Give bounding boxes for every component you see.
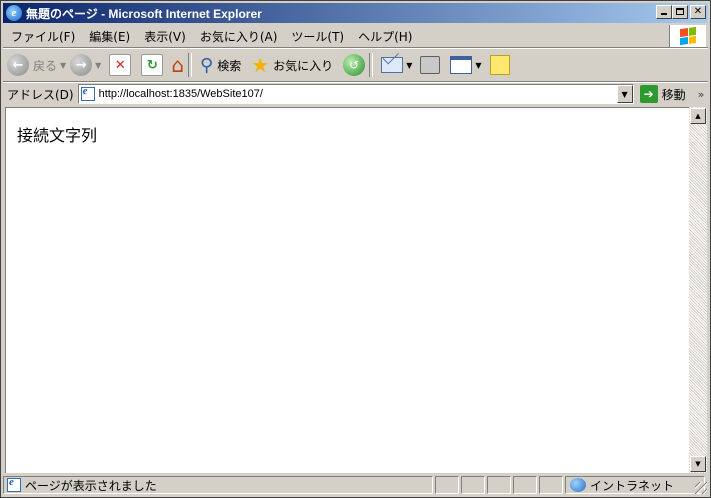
zone-label: イントラネット: [590, 478, 675, 493]
close-button[interactable]: ✕: [690, 5, 706, 19]
go-label: 移動: [661, 87, 686, 102]
stop-icon: ✕: [109, 54, 132, 76]
go-arrow-icon: ➔: [639, 85, 658, 103]
standard-toolbar: ← 戻る ▼ → ▼ ✕ ↻ ⌂ ⚲ 検索 ★ お気に入り ↺ ▼ ▼: [3, 49, 708, 82]
status-panel: [513, 476, 537, 494]
go-button[interactable]: ➔ 移動: [639, 85, 686, 103]
status-text: ページが表示されました: [25, 478, 157, 493]
back-label: 戻る: [33, 58, 58, 73]
resize-grip[interactable]: [695, 482, 707, 494]
refresh-button[interactable]: ↻: [141, 51, 164, 79]
address-dropdown-button[interactable]: ▼: [616, 85, 633, 103]
status-panel: [539, 476, 563, 494]
mail-button[interactable]: ▼: [381, 51, 412, 79]
back-arrow-icon: ←: [7, 54, 29, 76]
home-button[interactable]: ⌂: [171, 51, 184, 79]
intranet-icon: [570, 478, 586, 492]
window-controls: ✕: [654, 5, 706, 19]
maximize-button[interactable]: [672, 5, 688, 19]
menu-help[interactable]: ヘルプ(H): [352, 28, 418, 45]
menu-edit[interactable]: 編集(E): [83, 28, 136, 45]
mail-icon: [381, 57, 404, 73]
back-button[interactable]: ← 戻る ▼: [7, 51, 66, 79]
stop-button[interactable]: ✕: [109, 51, 132, 79]
star-icon: ★: [251, 53, 270, 77]
links-chevron[interactable]: »: [698, 88, 705, 101]
print-button[interactable]: [420, 51, 441, 79]
address-label: アドレス(D): [7, 87, 74, 102]
security-zone[interactable]: イントラネット: [565, 476, 705, 494]
refresh-icon: ↻: [141, 54, 164, 76]
home-icon: ⌂: [171, 53, 185, 77]
menu-favorites[interactable]: お気に入り(A): [194, 28, 284, 45]
page-text: 接続文字列: [17, 126, 98, 145]
search-button[interactable]: ⚲ 検索: [200, 51, 241, 79]
ie-logo-icon[interactable]: e: [6, 5, 22, 21]
title-bar[interactable]: e 無題のページ - Microsoft Internet Explorer ✕: [3, 3, 708, 23]
mail-dropdown-icon[interactable]: ▼: [406, 61, 412, 70]
page-content: 接続文字列: [5, 107, 689, 473]
status-panel: [487, 476, 511, 494]
status-main-panel: ページが表示されました: [3, 476, 433, 494]
print-icon: [420, 56, 441, 74]
browser-window: e 無題のページ - Microsoft Internet Explorer ✕…: [0, 0, 711, 498]
window-title: 無題のページ - Microsoft Internet Explorer: [26, 6, 262, 21]
windows-logo: [669, 25, 706, 47]
edit-button[interactable]: ▼: [450, 51, 482, 79]
search-icon: ⚲: [200, 54, 214, 76]
menu-file[interactable]: ファイル(F): [5, 28, 81, 45]
status-panel: [435, 476, 459, 494]
forward-arrow-icon: →: [70, 54, 93, 76]
favorites-button[interactable]: ★ お気に入り: [251, 51, 333, 79]
forward-dropdown-icon[interactable]: ▼: [95, 61, 101, 70]
forward-button[interactable]: → ▼: [70, 51, 101, 79]
messenger-button[interactable]: [489, 51, 510, 79]
history-button[interactable]: ↺: [343, 51, 366, 79]
windows-flag-icon: [680, 26, 696, 46]
edit-icon: [450, 56, 473, 74]
edit-dropdown-icon[interactable]: ▼: [475, 61, 481, 70]
status-bar: ページが表示されました イントラネット: [3, 475, 708, 495]
address-bar: アドレス(D) ▼ ➔ 移動 »: [3, 83, 708, 105]
address-input[interactable]: [98, 88, 609, 100]
note-icon: [489, 55, 510, 75]
menu-view[interactable]: 表示(V): [138, 28, 192, 45]
scroll-up-button[interactable]: ▲: [690, 108, 706, 124]
toolbar-separator: [188, 53, 193, 77]
minimize-button[interactable]: [656, 5, 672, 19]
history-icon: ↺: [343, 54, 366, 76]
status-panel: [461, 476, 485, 494]
scroll-down-button[interactable]: ▼: [690, 456, 706, 472]
status-page-icon: [7, 476, 21, 492]
menu-bar: ファイル(F) 編集(E) 表示(V) お気に入り(A) ツール(T) ヘルプ(…: [3, 25, 708, 48]
page-icon: [80, 85, 95, 101]
address-field[interactable]: ▼: [77, 84, 634, 104]
vertical-scrollbar[interactable]: ▲ ▼: [689, 107, 707, 473]
favorites-label: お気に入り: [273, 58, 334, 73]
back-dropdown-icon[interactable]: ▼: [60, 61, 66, 70]
menu-tools[interactable]: ツール(T): [285, 28, 350, 45]
search-label: 検索: [217, 58, 242, 73]
toolbar-separator: [369, 53, 374, 77]
